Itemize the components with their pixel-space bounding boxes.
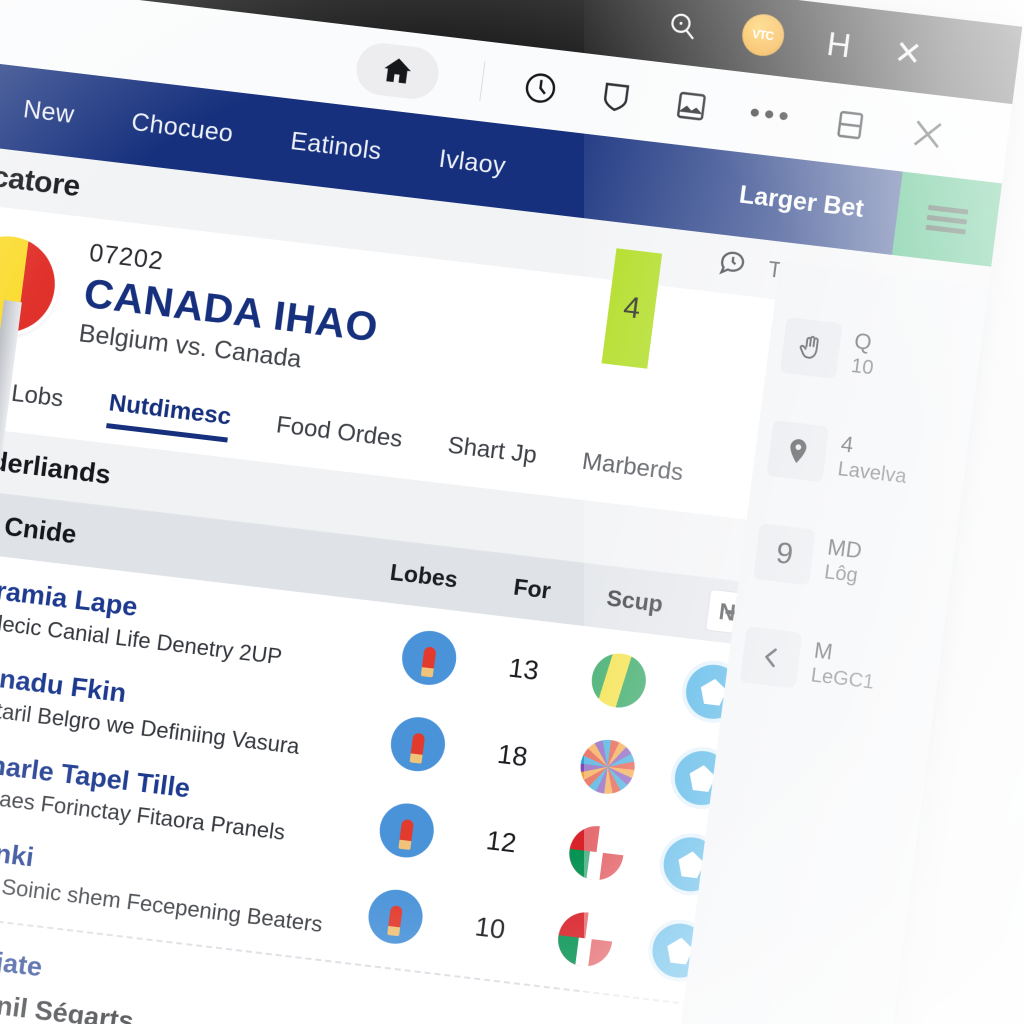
cell-scup [568,648,670,713]
rail-item-text: MD Lôg [823,535,863,588]
rail-line1: MD [826,534,864,564]
chevron-left-icon [739,626,803,689]
team-badge-icon [387,714,448,775]
italy-badge-icon [554,909,616,970]
clock-bubble-icon [714,244,753,287]
split-view-icon[interactable] [830,105,870,145]
cell-scup [556,734,658,799]
tab-shart-jp[interactable]: Shart Jp [445,432,538,476]
rail-item-text: M LeGC1 [810,638,879,694]
history-clock-icon[interactable] [521,68,561,108]
nav-link-chocueo[interactable]: Chocueo [130,108,235,149]
team-badge-icon [365,886,426,947]
hamburger-menu-icon[interactable] [891,171,1003,267]
green-yellow-badge-icon [588,650,649,711]
rail-line2: Lôg [823,560,860,587]
more-options-icon[interactable]: ••• [747,96,794,134]
cell-scup [545,821,647,886]
cell-for: 13 [506,652,541,686]
row-cells [338,987,717,1024]
search-icon[interactable] [664,8,700,44]
match-header-text: 07202 CANADA IHAO Belgium vs. Canada [77,239,385,383]
cell-lobes [356,798,458,863]
rail-line1: Q [852,328,874,356]
toolbar-divider [479,61,486,102]
shield-icon[interactable] [596,77,636,117]
rail-line2: 10 [849,354,875,380]
nav-link-ivlaoy[interactable]: Ivlaoy [437,144,507,181]
section-heading: Amderliands [0,440,113,490]
italy-badge-icon [565,823,627,884]
number-nine-icon: 9 [753,523,816,586]
team-badge-icon [398,627,460,688]
tab-nutdimesc[interactable]: Nutdimesc [105,388,233,443]
close-icon[interactable] [905,112,950,156]
hamburger-bars [925,199,969,238]
window-close-button[interactable]: ✕ [892,32,924,72]
screenshot-root: VTC H ✕ ••• New Chocueo Eatinols Ivlaoy … [0,0,1024,1024]
tilted-browser-window: VTC H ✕ ••• New Chocueo Eatinols Ivlaoy … [0,0,1023,1024]
avatar[interactable]: VTC [739,11,787,59]
tab-food-ordes[interactable]: Food Ordes [274,411,404,460]
column-header-scup: Scup [605,584,665,617]
home-icon[interactable] [353,40,443,102]
nav-link-eatinols[interactable]: Eatinols [289,127,383,167]
rail-item-text: Q 10 [850,329,878,381]
team-badge-icon [376,800,437,861]
cell-scup [534,907,636,972]
nav-link-new[interactable]: New [22,95,76,130]
cell-lobes [367,712,469,777]
card-title: Cnide [2,510,79,549]
cell-lobes [344,884,446,949]
column-header-lobes: Lobes [388,558,460,593]
profile-glyph[interactable]: H [825,24,853,64]
cell-for: 10 [473,910,508,945]
hand-icon [779,316,843,380]
image-icon[interactable] [672,86,712,126]
browser-window: VTC H ✕ ••• New Chocueo Eatinols Ivlaoy … [0,0,1023,1024]
cell-lobes [378,625,480,690]
rail-item-text: 4 Lavelva [836,432,911,489]
location-pin-icon [766,420,830,483]
cell-for: 12 [484,824,519,858]
tab-marberds[interactable]: Marberds [580,448,685,494]
cell-for: 18 [495,738,530,772]
spokes-badge-icon [577,736,638,797]
column-header-for: For [512,573,553,604]
